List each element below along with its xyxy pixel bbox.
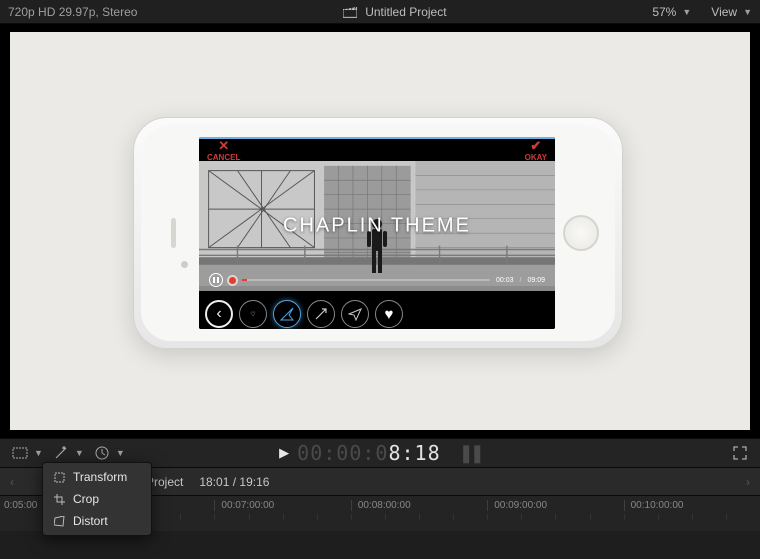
effect-heart: ♥ Heart <box>375 300 403 329</box>
effect-balloon1: ♡ Balloon1 <box>239 300 267 329</box>
phone-mockup: ✕ CANCEL ✔ OKAY <box>133 117 623 349</box>
timecode-prefix: 00:00:0 <box>297 441 388 465</box>
transform-icon <box>53 471 65 483</box>
viewer-top-bar: 720p HD 29.97p, Stereo Untitled Project … <box>0 0 760 24</box>
transform-context-menu: Transform Crop Distort <box>42 462 152 536</box>
chevron-down-icon[interactable]: ▼ <box>75 448 84 458</box>
progress-total: 09:09 <box>527 277 545 284</box>
effect-plane2: Plane2 <box>341 300 369 329</box>
progress-current: 00:03 <box>496 277 514 284</box>
ruler-tick-label: 00:09:00:00 <box>487 500 623 511</box>
menu-item-transform[interactable]: Transform <box>43 466 151 488</box>
play-icon[interactable]: ▶ <box>279 445 289 461</box>
zoom-level[interactable]: 57% <box>652 5 676 19</box>
theme-title: CHAPLIN THEME <box>199 215 555 238</box>
phone-camera <box>181 261 188 268</box>
distort-icon <box>53 515 65 527</box>
effect-plane1: Plane1 <box>273 300 301 329</box>
crop-icon <box>53 493 65 505</box>
effect-arrow: Arrow <box>307 300 335 329</box>
video-canvas[interactable]: ✕ CANCEL ✔ OKAY <box>10 32 750 430</box>
view-menu[interactable]: View <box>711 5 737 19</box>
menu-item-label: Distort <box>73 514 108 528</box>
chevron-right-icon[interactable]: › <box>746 475 750 489</box>
timecode-value: 8:18 <box>388 441 440 465</box>
format-info: 720p HD 29.97p, Stereo <box>8 5 137 19</box>
home-button-icon <box>563 215 599 251</box>
heart-outline-icon: ♡ <box>239 300 267 328</box>
check-icon: ✔ <box>530 139 541 152</box>
clock-icon <box>92 445 112 461</box>
menu-item-distort[interactable]: Distort <box>43 510 151 532</box>
project-title[interactable]: Untitled Project <box>365 5 446 19</box>
x-icon: ✕ <box>218 139 229 152</box>
chevron-down-icon[interactable]: ▼ <box>34 448 43 458</box>
ruler-tick-label: 00:07:00:00 <box>214 500 350 511</box>
menu-item-crop[interactable]: Crop <box>43 488 151 510</box>
heart-icon: ♥ <box>375 300 403 328</box>
cancel-button: ✕ CANCEL <box>207 139 240 162</box>
effect-back: ‹ BACK <box>205 300 233 329</box>
phone-speaker <box>171 218 176 248</box>
timeline-position: 18:01 / 19:16 <box>199 475 269 489</box>
ruler-tick-label: 0:05:00 <box>4 500 37 511</box>
effects-tool[interactable]: ▼ <box>51 445 84 461</box>
chevron-left-icon[interactable]: ‹ <box>10 475 14 489</box>
transform-tool[interactable]: ▼ <box>10 445 43 461</box>
chevron-down-icon[interactable]: ▼ <box>116 448 125 458</box>
plane-icon <box>273 300 301 328</box>
plane-icon <box>341 300 369 328</box>
ruler-tick-label: 00:08:00:00 <box>351 500 487 511</box>
record-icon <box>229 277 236 284</box>
rectangle-select-icon <box>10 445 30 461</box>
ruler-tick-label: 00:10:00:00 <box>624 500 760 511</box>
arrow-icon <box>307 300 335 328</box>
viewer-area: ✕ CANCEL ✔ OKAY <box>0 24 760 438</box>
wand-icon <box>51 445 71 461</box>
pause-icon <box>209 273 223 287</box>
chevron-down-icon[interactable]: ▼ <box>682 7 691 17</box>
retime-tool[interactable]: ▼ <box>92 445 125 461</box>
skip-icon[interactable]: ❚❚ <box>459 443 481 464</box>
clapperboard-icon <box>343 6 357 18</box>
back-arrow-icon: ‹ <box>205 300 233 328</box>
effects-strip: ‹ BACK ♡ Balloon1 Plane1 <box>199 291 555 329</box>
fullscreen-icon[interactable] <box>730 445 750 461</box>
app-video-preview: CHAPLIN THEME 00:03 / 09:09 <box>199 161 555 291</box>
video-progress: 00:03 / 09:09 <box>209 273 545 287</box>
menu-item-label: Transform <box>73 470 127 484</box>
menu-item-label: Crop <box>73 492 99 506</box>
timecode-display[interactable]: 00:00:08:18 <box>297 441 440 465</box>
okay-button: ✔ OKAY <box>525 139 547 162</box>
phone-screen: ✕ CANCEL ✔ OKAY <box>199 137 555 329</box>
chevron-down-icon[interactable]: ▼ <box>743 7 752 17</box>
